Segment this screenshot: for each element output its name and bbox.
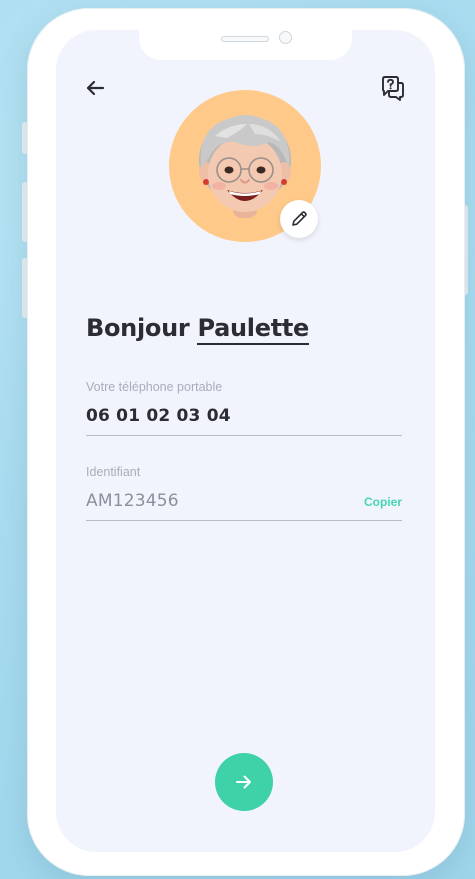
identifier-input: AM123456 Copier: [86, 491, 402, 521]
phone-field: Votre téléphone portable 06 01 02 03 04: [86, 380, 402, 436]
back-button[interactable]: [82, 76, 108, 100]
notch: [139, 30, 352, 60]
front-camera: [279, 31, 292, 44]
copy-identifier-link[interactable]: Copier: [364, 495, 402, 509]
phone-screen: Bonjour Paulette Votre téléphone portabl…: [56, 30, 435, 852]
pencil-icon: [292, 211, 307, 226]
phone-value: 06 01 02 03 04: [86, 406, 231, 426]
profile-avatar: [169, 90, 321, 242]
greeting-title: Bonjour Paulette: [86, 314, 309, 345]
question-chat-icon: [382, 76, 404, 101]
phone-field-label: Votre téléphone portable: [86, 380, 223, 394]
phone-input[interactable]: 06 01 02 03 04: [86, 406, 402, 436]
arrow-left-icon: [86, 80, 105, 96]
identifier-field-label: Identifiant: [86, 465, 141, 479]
speaker-grille: [221, 36, 269, 42]
help-button[interactable]: [379, 74, 407, 102]
greeting-prefix: Bonjour: [86, 314, 190, 342]
edit-avatar-button[interactable]: [280, 200, 318, 238]
greeting-name: Paulette: [197, 314, 309, 345]
next-button[interactable]: [215, 753, 273, 811]
arrow-right-icon: [236, 775, 251, 789]
identifier-value: AM123456: [86, 491, 179, 511]
identifier-field: Identifiant AM123456 Copier: [86, 465, 402, 521]
